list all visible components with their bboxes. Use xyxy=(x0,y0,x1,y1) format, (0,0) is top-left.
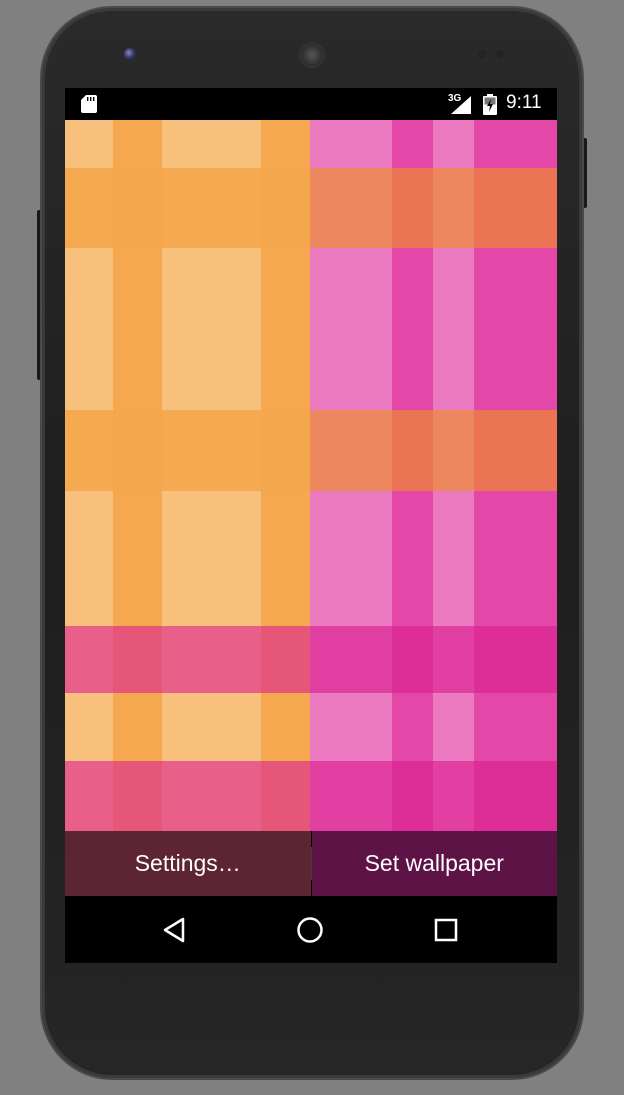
crossing-cell xyxy=(474,626,557,693)
wallpaper-right-panel xyxy=(310,120,557,831)
settings-button[interactable]: Settings… xyxy=(65,831,311,896)
recents-icon xyxy=(434,918,458,942)
crossing-cell xyxy=(474,410,557,491)
signal-icon xyxy=(451,96,471,114)
wallpaper-left-panel xyxy=(65,120,310,831)
crossing-cell xyxy=(392,168,433,248)
home-button[interactable] xyxy=(294,914,326,946)
wallpaper-action-bar: Settings… Set wallpaper xyxy=(65,831,557,896)
crossing-cell xyxy=(392,761,433,831)
proximity-sensor xyxy=(478,50,486,58)
navigation-bar xyxy=(65,896,557,963)
crossing-cell xyxy=(392,410,433,491)
light-sensor xyxy=(496,50,504,58)
plaid-wallpaper-preview xyxy=(65,120,557,831)
crossing-cell xyxy=(392,626,433,693)
set-wallpaper-button[interactable]: Set wallpaper xyxy=(311,831,557,896)
phone-screen: 3G 9:11 Settings… Set wallpaper xyxy=(65,88,557,963)
horizontal-stripe xyxy=(65,410,310,491)
recents-button[interactable] xyxy=(430,914,462,946)
earpiece-speaker xyxy=(299,42,325,68)
horizontal-stripe xyxy=(65,168,310,248)
crossing-cell xyxy=(261,761,310,831)
front-camera xyxy=(124,48,136,60)
crossing-cell xyxy=(113,626,162,693)
back-icon xyxy=(163,917,185,943)
status-bar: 3G 9:11 xyxy=(65,88,557,120)
home-icon xyxy=(297,917,323,943)
crossing-cell xyxy=(113,761,162,831)
crossing-cell xyxy=(474,761,557,831)
crossing-cell xyxy=(261,626,310,693)
clock: 9:11 xyxy=(506,92,542,113)
back-button[interactable] xyxy=(158,914,190,946)
crossing-cell xyxy=(474,168,557,248)
sd-card-icon xyxy=(81,95,97,113)
battery-icon xyxy=(483,94,497,115)
